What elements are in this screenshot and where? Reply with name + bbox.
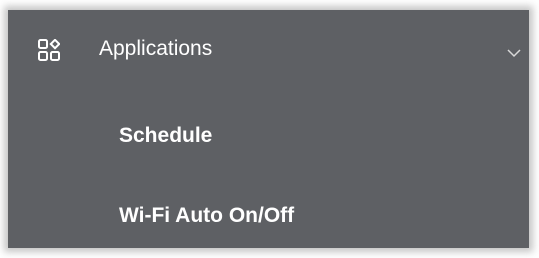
submenu-item-wifi-auto-on-off[interactable]: Wi-Fi Auto On/Off [8, 181, 529, 241]
chevron-down-icon[interactable] [506, 48, 522, 58]
submenu-item-schedule[interactable]: Schedule [8, 106, 529, 166]
applications-label: Applications [99, 37, 213, 60]
sidebar-menu: Applications Schedule Wi-Fi Auto On/Off [8, 10, 529, 248]
submenu-item-label: Schedule [119, 124, 213, 147]
applications-menu-header[interactable]: Applications [8, 10, 529, 84]
apps-grid-icon [38, 39, 60, 61]
submenu-item-label: Wi-Fi Auto On/Off [119, 204, 295, 227]
